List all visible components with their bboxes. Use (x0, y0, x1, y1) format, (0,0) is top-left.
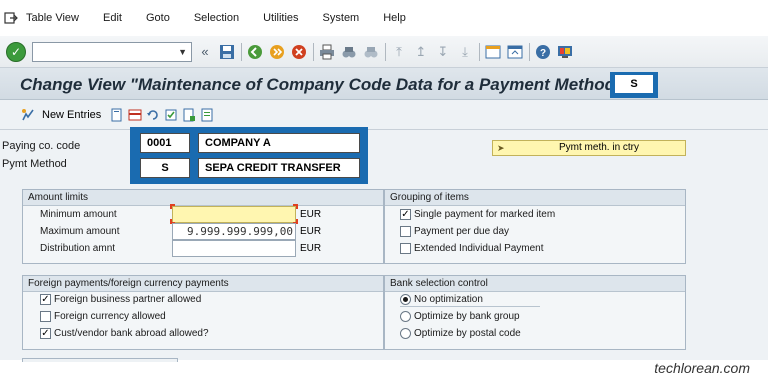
menu-table-view[interactable]: Table View (26, 12, 79, 24)
next-page-icon[interactable]: ↧ (434, 43, 452, 61)
no-optimization-radio[interactable] (400, 294, 411, 305)
shortcut-icon[interactable] (506, 43, 524, 61)
new-entries-button[interactable]: New Entries (42, 109, 101, 121)
toolbar-separator (385, 42, 386, 61)
bank-abroad-checkbox[interactable]: ✓ (40, 328, 51, 339)
toolbar-separator (479, 42, 480, 61)
print-icon[interactable] (318, 43, 336, 61)
exit-menu-icon[interactable] (4, 11, 18, 25)
maximum-amount-input[interactable]: 9.999.999.999,00 (172, 223, 296, 240)
first-page-icon[interactable]: ⤒ (390, 43, 408, 61)
menu-help[interactable]: Help (383, 12, 406, 24)
minimum-amount-input[interactable] (172, 206, 296, 223)
optimize-postal-code-radio[interactable] (400, 328, 411, 339)
distribution-amount-input[interactable] (172, 240, 296, 257)
bank-abroad-label: Cust/vendor bank abroad allowed? (54, 328, 209, 339)
pymt-method-name-field: SEPA CREDIT TRANSFER (198, 158, 360, 178)
foreign-business-partner-label: Foreign business partner allowed (54, 294, 202, 305)
undo-change-icon[interactable] (145, 107, 160, 122)
pymt-method-label: Pymt Method (2, 158, 67, 170)
deselect-all-icon[interactable] (199, 107, 214, 122)
minimum-amount-label: Minimum amount (40, 209, 117, 220)
next-group-edge (22, 358, 178, 362)
menu-utilities[interactable]: Utilities (263, 12, 298, 24)
display-change-icon[interactable] (20, 107, 35, 122)
standard-toolbar: ✓ ▼ « ⤒ ↥ ↧ ⤓ ? (0, 36, 768, 68)
toolbar-separator (241, 42, 242, 61)
payment-per-due-day-checkbox[interactable] (400, 226, 411, 237)
maximum-currency: EUR (300, 226, 322, 237)
bank-selection-title: Bank selection control (385, 276, 685, 292)
company-name-field: COMPANY A (198, 133, 360, 153)
toolbar-separator (313, 42, 314, 61)
distribution-currency: EUR (300, 243, 322, 254)
paying-co-code-field[interactable]: 0001 (140, 133, 190, 153)
foreign-currency-checkbox[interactable] (40, 311, 51, 322)
find-icon[interactable] (340, 43, 358, 61)
application-toolbar: New Entries (0, 100, 768, 130)
menu-goto[interactable]: Goto (146, 12, 170, 24)
focus-underline (400, 306, 540, 307)
pymt-method-field[interactable]: S (140, 158, 190, 178)
required-marker (170, 204, 175, 209)
menu-selection[interactable]: Selection (194, 12, 239, 24)
single-payment-label: Single payment for marked item (414, 209, 556, 220)
minimum-currency: EUR (300, 209, 322, 220)
single-payment-checkbox[interactable]: ✓ (400, 209, 411, 220)
amount-limits-title: Amount limits (23, 190, 383, 206)
maximum-amount-label: Maximum amount (40, 226, 120, 237)
menu-edit[interactable]: Edit (103, 12, 122, 24)
paying-co-code-label: Paying co. code (2, 140, 81, 152)
pymt-meth-in-ctry-label: Pymt meth. in ctry (559, 142, 640, 153)
title-payment-method-field: S (614, 74, 654, 94)
cancel-icon[interactable] (290, 43, 308, 61)
save-icon[interactable] (218, 43, 236, 61)
foreign-currency-label: Foreign currency allowed (54, 311, 166, 322)
grouping-of-items-title: Grouping of items (385, 190, 685, 206)
foreign-payments-title: Foreign payments/foreign currency paymen… (23, 276, 383, 292)
layout-icon[interactable] (556, 43, 574, 61)
prev-page-icon[interactable]: ↥ (412, 43, 430, 61)
back-green-icon[interactable] (246, 43, 264, 61)
delete-icon[interactable] (127, 107, 142, 122)
select-all-icon[interactable] (163, 107, 178, 122)
optimize-bank-group-radio[interactable] (400, 311, 411, 322)
back-icon[interactable]: « (196, 43, 214, 61)
help-icon[interactable]: ? (534, 43, 552, 61)
payment-per-due-day-label: Payment per due day (414, 226, 510, 237)
select-block-icon[interactable] (181, 107, 196, 122)
page-title: Change View "Maintenance of Company Code… (20, 75, 629, 94)
last-page-icon[interactable]: ⤓ (456, 43, 474, 61)
extended-individual-payment-label: Extended Individual Payment (414, 243, 544, 254)
command-field[interactable]: ▼ (32, 41, 192, 62)
copy-as-icon[interactable] (109, 107, 124, 122)
required-marker (293, 204, 298, 209)
dropdown-icon[interactable]: ▼ (178, 47, 187, 57)
new-session-icon[interactable] (484, 43, 502, 61)
pymt-meth-in-ctry-button[interactable]: ➤ Pymt meth. in ctry (492, 140, 686, 156)
toolbar-separator (529, 42, 530, 61)
extended-individual-payment-checkbox[interactable] (400, 243, 411, 254)
optimize-postal-code-label: Optimize by postal code (414, 328, 521, 339)
foreign-business-partner-checkbox[interactable]: ✓ (40, 294, 51, 305)
no-optimization-label: No optimization (414, 294, 483, 305)
menu-system[interactable]: System (323, 12, 360, 24)
enter-icon[interactable]: ✓ (6, 41, 26, 62)
exit-icon[interactable] (268, 43, 286, 61)
optimize-bank-group-label: Optimize by bank group (414, 311, 520, 322)
menu-bar: Table View Edit Goto Selection Utilities… (0, 0, 768, 36)
distribution-amount-label: Distribution amnt (40, 243, 116, 254)
watermark: techlorean.com (654, 360, 750, 376)
svg-text:?: ? (540, 48, 546, 59)
find-next-icon[interactable] (362, 43, 380, 61)
class-icon: ➤ (497, 143, 505, 153)
